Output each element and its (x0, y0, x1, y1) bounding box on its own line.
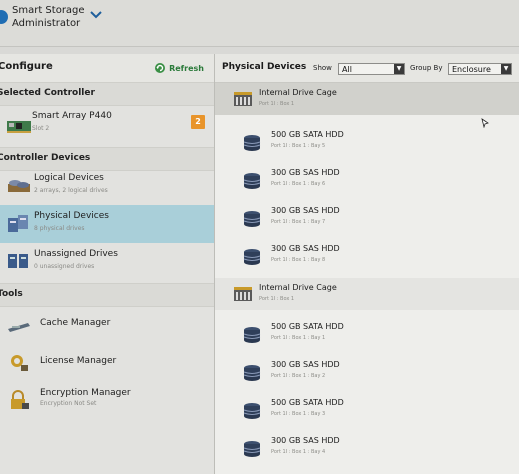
app-title: Smart Storage Administrator (12, 5, 85, 29)
logical-devices-icon (8, 180, 30, 192)
physical-devices-sub: 8 physical drives (34, 225, 85, 232)
logical-devices-sub: 2 arrays, 2 logical drives (34, 187, 108, 194)
physical-devices-pane: Physical Devices Show All ▼ Group By Enc… (215, 54, 519, 474)
drive-row[interactable]: 500 GB SATA HDD Port 1I : Box 1 : Bay 1 (215, 316, 519, 354)
app-logo-icon (0, 10, 8, 24)
hard-drive-icon (243, 365, 261, 381)
drive-cage-icon (234, 92, 252, 106)
unassigned-drives-label: Unassigned Drives (34, 249, 118, 259)
sidebar-item-physical-devices[interactable]: Physical Devices 8 physical drives (0, 205, 214, 243)
drive-label: 300 GB SAS HDD (271, 206, 340, 215)
license-manager-label: License Manager (40, 356, 117, 366)
chevron-down-icon[interactable] (90, 11, 102, 19)
drive-location: Port 1I : Box 1 : Bay 4 (271, 449, 326, 455)
hard-drive-icon (243, 441, 261, 457)
unassigned-drives-icon (8, 254, 28, 268)
unassigned-drives-sub: 0 unassigned drives (34, 263, 95, 270)
group-by-select-value: Enclosure (452, 65, 491, 74)
mouse-pointer-icon (481, 118, 489, 128)
drive-row[interactable]: 300 GB SAS HDD Port 1I : Box 1 : Bay 4 (215, 430, 519, 468)
cache-manager-icon (8, 323, 30, 332)
drive-location: Port 1I : Box 1 : Bay 8 (271, 257, 326, 263)
sidebar-item-logical-devices[interactable]: Logical Devices 2 arrays, 2 logical driv… (0, 167, 214, 205)
tool-license-manager[interactable]: License Manager (0, 344, 214, 382)
physical-devices-label: Physical Devices (34, 211, 109, 221)
drive-location: Port 1I : Box 1 : Bay 1 (271, 335, 326, 341)
drive-cage-sub: Port 1I : Box 1 (259, 101, 295, 107)
logical-devices-label: Logical Devices (34, 173, 104, 183)
drive-cage-label: Internal Drive Cage (259, 88, 337, 97)
physical-devices-header: Physical Devices Show All ▼ Group By Enc… (215, 54, 519, 83)
controller-slot: Slot 2 (32, 125, 50, 132)
drive-label: 300 GB SAS HDD (271, 360, 340, 369)
drive-cage-icon (234, 287, 252, 301)
hard-drive-icon (243, 173, 261, 189)
controller-card-icon (7, 121, 31, 133)
encryption-manager-icon (11, 390, 29, 409)
drive-row[interactable]: 300 GB SAS HDD Port 1I : Box 1 : Bay 2 (215, 354, 519, 392)
drive-label: 300 GB SAS HDD (271, 244, 340, 253)
group-by-select[interactable]: Enclosure ▼ (448, 63, 512, 75)
drive-location: Port 1I : Box 1 : Bay 3 (271, 411, 326, 417)
group-by-label: Group By (410, 64, 443, 72)
drive-label: 300 GB SAS HDD (271, 436, 340, 445)
controller-item[interactable]: Smart Array P440 Slot 2 2 (0, 105, 214, 147)
hard-drive-icon (243, 135, 261, 151)
drive-cage-2[interactable]: Internal Drive Cage Port 1I : Box 1 (215, 278, 519, 310)
tool-cache-manager[interactable]: Cache Manager (0, 306, 214, 344)
controller-name: Smart Array P440 (32, 111, 112, 121)
refresh-label: Refresh (169, 63, 204, 73)
drive-cage-1[interactable]: Internal Drive Cage Port 1I : Box 1 (215, 83, 519, 115)
top-bar: Smart Storage Administrator (0, 0, 519, 47)
section-selected-controller: Selected Controller (0, 82, 214, 106)
physical-devices-icon (8, 215, 28, 232)
drive-label: 500 GB SATA HDD (271, 398, 344, 407)
physical-devices-title: Physical Devices (222, 62, 307, 72)
encryption-manager-label: Encryption Manager (40, 388, 131, 398)
section-tools: Tools (0, 283, 214, 307)
refresh-button[interactable]: Refresh (154, 62, 204, 74)
hard-drive-icon (243, 327, 261, 343)
hard-drive-icon (243, 403, 261, 419)
drive-row[interactable]: 300 GB SAS HDD Port 1I : Box 1 : Bay 8 (215, 238, 519, 276)
sidebar-item-unassigned-drives[interactable]: Unassigned Drives 0 unassigned drives (0, 243, 214, 281)
chevron-down-icon: ▼ (394, 64, 404, 74)
controller-count-badge: 2 (191, 115, 205, 129)
drive-label: 500 GB SATA HDD (271, 130, 344, 139)
license-manager-icon (11, 355, 28, 371)
tool-encryption-manager[interactable]: Encryption Manager Encryption Not Set (0, 382, 214, 420)
drive-label: 300 GB SAS HDD (271, 168, 340, 177)
drive-location: Port 1I : Box 1 : Bay 2 (271, 373, 326, 379)
refresh-icon (155, 63, 166, 73)
configure-title: Configure (0, 61, 53, 72)
drive-location: Port 1I : Box 1 : Bay 5 (271, 143, 326, 149)
show-select-value: All (342, 65, 352, 74)
configure-header: Configure Refresh (0, 54, 214, 83)
drive-cage-sub: Port 1I : Box 1 (259, 296, 295, 302)
drive-location: Port 1I : Box 1 : Bay 7 (271, 219, 326, 225)
drive-row[interactable]: 500 GB SATA HDD Port 1I : Box 1 : Bay 3 (215, 392, 519, 430)
show-select[interactable]: All ▼ (338, 63, 405, 75)
configure-pane: Configure Refresh Selected Controller Sm… (0, 54, 215, 474)
show-label: Show (313, 64, 332, 72)
hard-drive-icon (243, 211, 261, 227)
hard-drive-icon (243, 249, 261, 265)
drive-row[interactable]: 300 GB SAS HDD Port 1I : Box 1 : Bay 6 (215, 162, 519, 200)
drive-cage-label: Internal Drive Cage (259, 283, 337, 292)
drive-label: 500 GB SATA HDD (271, 322, 344, 331)
chevron-down-icon: ▼ (501, 64, 511, 74)
drive-row[interactable]: 300 GB SAS HDD Port 1I : Box 1 : Bay 7 (215, 200, 519, 238)
drive-location: Port 1I : Box 1 : Bay 6 (271, 181, 326, 187)
encryption-manager-sub: Encryption Not Set (40, 400, 97, 407)
cache-manager-label: Cache Manager (40, 318, 111, 328)
drive-row[interactable]: 500 GB SATA HDD Port 1I : Box 1 : Bay 5 (215, 124, 519, 162)
